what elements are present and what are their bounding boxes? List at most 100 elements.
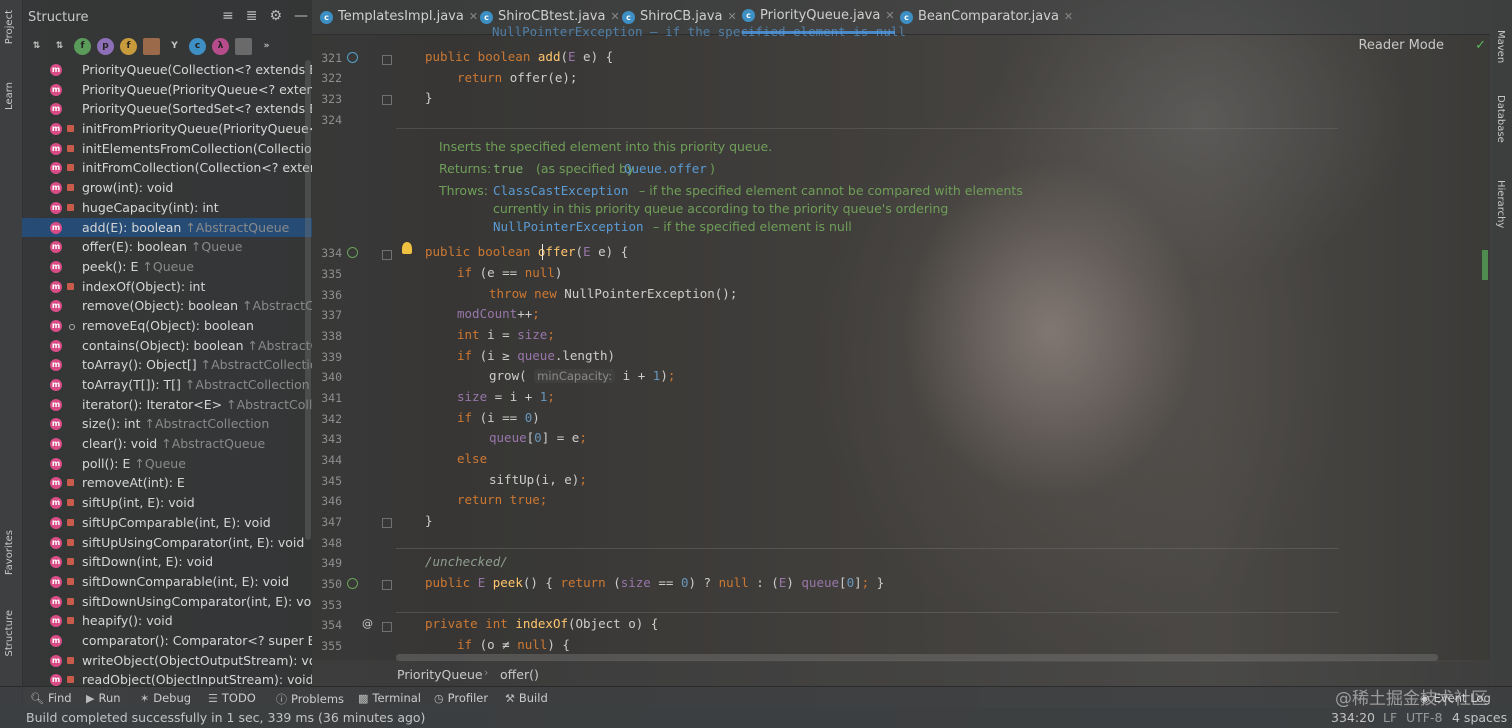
structure-item[interactable]: m clear(): void ↑AbstractQueue: [22, 434, 312, 454]
structure-tool-button[interactable]: Structure: [4, 610, 15, 657]
annotation-icon[interactable]: @: [362, 617, 373, 630]
tool-build[interactable]: ⚒ Build: [505, 691, 548, 705]
show-lambdas-icon[interactable]: λ: [212, 37, 229, 55]
doc-throws-link-1[interactable]: ClassCastException: [493, 183, 628, 198]
override-method-icon[interactable]: [347, 578, 358, 589]
structure-item[interactable]: m offer(E): boolean ↑Queue: [22, 237, 312, 257]
structure-scrollbar[interactable]: [305, 60, 311, 540]
tool-label: Run: [98, 691, 121, 705]
breadcrumb-method[interactable]: offer(): [500, 667, 539, 682]
line-number: 321: [321, 51, 342, 65]
implements-method-icon[interactable]: [347, 52, 358, 63]
structure-item[interactable]: m size(): int ↑AbstractCollection: [22, 414, 312, 434]
file-encoding[interactable]: UTF-8: [1406, 710, 1442, 725]
favorites-tool-button[interactable]: Favorites: [4, 530, 15, 575]
doc-throws-link-2[interactable]: NullPointerException: [493, 219, 644, 234]
structure-item[interactable]: m hugeCapacity(int): int: [22, 198, 312, 218]
caret-position[interactable]: 334:20: [1331, 710, 1375, 725]
structure-item[interactable]: m siftUp(int, E): void: [22, 493, 312, 513]
structure-item[interactable]: m siftDownComparable(int, E): void: [22, 572, 312, 592]
lock-icon: [67, 597, 74, 605]
tool-terminal[interactable]: ▩ Terminal: [358, 691, 421, 705]
maven-tool-button[interactable]: Maven: [1495, 30, 1506, 63]
structure-item[interactable]: m initElementsFromCollection(Collection<: [22, 139, 312, 159]
structure-item[interactable]: m contains(Object): boolean ↑AbstractColl: [22, 336, 312, 356]
structure-item-signature: contains(Object): boolean: [82, 337, 244, 353]
structure-item[interactable]: m toArray(T[]): T[] ↑AbstractCollection: [22, 375, 312, 395]
show-non-public-icon[interactable]: [143, 37, 160, 55]
method-icon: m: [50, 182, 62, 195]
gear-icon[interactable]: ⚙: [269, 8, 282, 24]
structure-item[interactable]: m PriorityQueue(Collection<? extends E>): [22, 60, 312, 80]
structure-item[interactable]: m siftUpUsingComparator(int, E): void: [22, 533, 312, 553]
close-icon[interactable]: ✕: [469, 0, 478, 35]
tool-problems[interactable]: ⓘ Problems: [276, 691, 344, 707]
tool-todo[interactable]: ☰ TODO: [208, 691, 256, 705]
structure-item[interactable]: m indexOf(Object): int: [22, 277, 312, 297]
method-icon: m: [50, 142, 62, 155]
structure-item[interactable]: m iterator(): Iterator<E> ↑AbstractCollec…: [22, 395, 312, 415]
structure-item[interactable]: m siftDown(int, E): void: [22, 552, 312, 572]
tool-run[interactable]: ▶ Run: [86, 691, 121, 705]
tool-profiler[interactable]: ◷ Profiler: [434, 691, 488, 705]
structure-item[interactable]: m toArray(): Object[] ↑AbstractCollection: [22, 355, 312, 375]
structure-item[interactable]: m grow(int): void: [22, 178, 312, 198]
tool-debug[interactable]: ✶ Debug: [140, 691, 191, 705]
show-inherited-icon[interactable]: f: [120, 37, 137, 55]
fold-marker-icon[interactable]: [382, 250, 392, 260]
structure-item[interactable]: m peek(): E ↑Queue: [22, 257, 312, 277]
tab-templatesimpl[interactable]: c TemplatesImpl.java ✕: [320, 0, 478, 34]
fold-marker-icon[interactable]: [382, 580, 392, 590]
tool-find[interactable]: 🔍︎ Find: [30, 691, 72, 705]
indent-setting[interactable]: 4 spaces: [1452, 710, 1507, 725]
structure-item[interactable]: m comparator(): Comparator<? super E>: [22, 631, 312, 651]
structure-item[interactable]: m PriorityQueue(PriorityQueue<? extends: [22, 80, 312, 100]
sort-alpha-icon[interactable]: ⇅: [28, 38, 45, 55]
more-icon[interactable]: »: [258, 38, 275, 55]
show-interfaces-icon[interactable]: c: [189, 37, 206, 55]
autoscroll-icon[interactable]: [235, 37, 252, 55]
structure-item-text: initFromCollection(Collection<? extends: [82, 158, 312, 178]
structure-item[interactable]: m writeObject(ObjectOutputStream): void: [22, 651, 312, 671]
lightbulb-icon[interactable]: [402, 242, 412, 254]
database-tool-button[interactable]: Database: [1495, 95, 1506, 143]
collapse-all-icon[interactable]: ≣: [246, 8, 258, 24]
minimize-icon[interactable]: —: [294, 8, 308, 24]
structure-item[interactable]: m add(E): boolean ↑AbstractQueue: [22, 217, 312, 238]
expand-all-icon[interactable]: ≡: [222, 8, 234, 24]
code-line: grow( minCapacity: i + 1);: [489, 368, 676, 383]
fold-marker-icon[interactable]: [382, 518, 392, 528]
structure-item[interactable]: m removeEq(Object): boolean: [22, 316, 312, 336]
show-fields-icon[interactable]: f: [74, 37, 91, 55]
fold-marker-icon[interactable]: [382, 622, 392, 632]
show-properties-icon[interactable]: p: [97, 37, 114, 55]
structure-item[interactable]: m siftUpComparable(int, E): void: [22, 513, 312, 533]
doc-returns-link[interactable]: Queue.offer: [624, 161, 707, 176]
structure-item[interactable]: m siftDownUsingComparator(int, E): void: [22, 592, 312, 612]
horizontal-scrollbar[interactable]: [396, 654, 1438, 661]
line-separator[interactable]: LF: [1383, 710, 1397, 725]
show-anonymous-icon[interactable]: Y: [166, 38, 183, 55]
learn-tool-button[interactable]: Learn: [4, 82, 15, 110]
breadcrumb-class[interactable]: PriorityQueue: [397, 667, 483, 682]
tab-beancomparator[interactable]: c BeanComparator.java ✕: [900, 0, 1073, 34]
structure-item[interactable]: m initFromPriorityQueue(PriorityQueue<?: [22, 119, 312, 139]
structure-item[interactable]: m PriorityQueue(SortedSet<? extends E>): [22, 99, 312, 119]
fold-marker-icon[interactable]: [382, 95, 392, 105]
project-tool-button[interactable]: Project: [4, 10, 15, 44]
status-message[interactable]: Build completed successfully in 1 sec, 3…: [26, 710, 425, 725]
method-icon: m: [50, 300, 62, 313]
structure-item[interactable]: m remove(Object): boolean ↑AbstractColle: [22, 296, 312, 316]
structure-item[interactable]: m poll(): E ↑Queue: [22, 454, 312, 474]
close-icon[interactable]: ✕: [1064, 0, 1073, 35]
structure-item[interactable]: m heapify(): void: [22, 611, 312, 631]
scroll-marker[interactable]: [1482, 250, 1488, 280]
structure-item[interactable]: m initFromCollection(Collection<? extends: [22, 158, 312, 178]
method-icon: m: [50, 615, 62, 628]
reader-mode-toggle[interactable]: Reader Mode: [1358, 38, 1444, 53]
sort-visibility-icon[interactable]: ⇅: [51, 38, 68, 55]
structure-item[interactable]: m removeAt(int): E: [22, 473, 312, 493]
hierarchy-tool-button[interactable]: Hierarchy: [1495, 180, 1506, 228]
fold-marker-icon[interactable]: [382, 55, 392, 65]
override-method-icon[interactable]: [347, 247, 358, 258]
